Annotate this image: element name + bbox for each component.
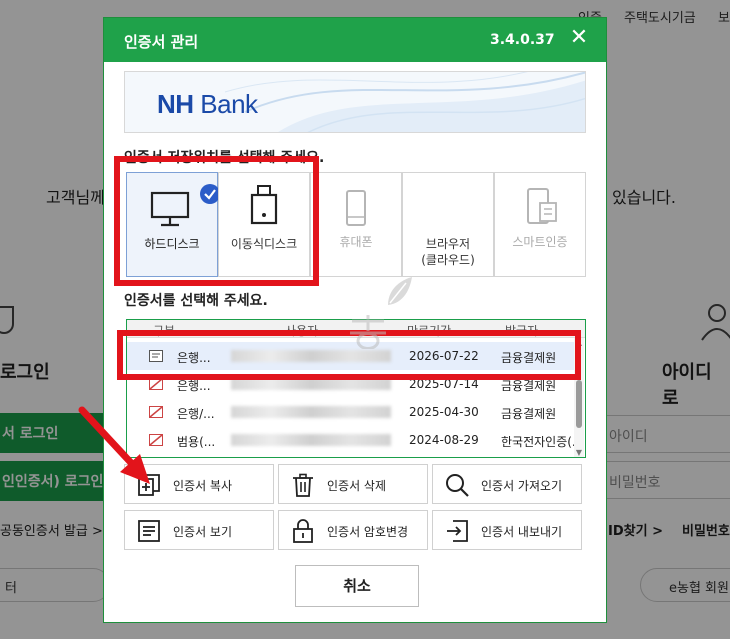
export-cert-button[interactable]: 인증서 내보내기 [432,510,582,550]
cert-select-label: 인증서를 선택해 주세요. [124,293,268,309]
scroll-thumb[interactable] [576,380,582,428]
copy-cert-label: 인증서 복사 [173,479,233,493]
cert-expiry: 2024-08-29 [409,433,479,447]
cert-type: 은행/... [177,407,215,421]
annotation-box-storage [114,156,319,286]
trash-icon [293,473,313,497]
storage-browser-label-line1: 브라우저 [425,237,471,251]
cert-user-blurred [231,434,391,446]
export-cert-label: 인증서 내보내기 [481,525,563,539]
cert-issuer: 금융결제원 [501,407,557,421]
nh-bank-logo: NH Bank [157,89,258,120]
storage-smartcert-tile[interactable]: 스마트인증 [494,172,586,277]
change-password-button[interactable]: 인증서 암호변경 [278,510,428,550]
logo-bank: Bank [200,89,258,119]
logo-nh: NH [157,89,194,119]
view-cert-label: 인증서 보기 [173,525,233,539]
cert-user-blurred [231,406,391,418]
cert-issuer: 한국전자인증(... [501,435,584,449]
import-cert-button[interactable]: 인증서 가져오기 [432,464,582,504]
storage-smartcert-label: 스마트인증 [512,235,568,249]
storage-phone-label: 휴대폰 [339,235,373,249]
storage-browser-label-line2: (클라우드) [421,253,475,267]
delete-cert-button[interactable]: 인증서 삭제 [278,464,428,504]
view-cert-button[interactable]: 인증서 보기 [124,510,274,550]
annotation-arrow [78,406,150,484]
close-icon[interactable]: ✕ [568,27,590,51]
cancel-button[interactable]: 취소 [295,565,419,607]
version-label: 3.4.0.37 [490,32,555,48]
table-row[interactable]: 은행/... 2025-04-30 금융결제원 [127,398,577,426]
document-icon [138,520,160,542]
storage-browser-tile[interactable]: 브라우저 (클라우드) [402,172,494,277]
delete-cert-label: 인증서 삭제 [327,479,387,493]
storage-phone-tile[interactable]: 휴대폰 [310,172,402,277]
export-icon [447,520,468,542]
phone-icon [346,190,366,226]
table-row[interactable]: 범용(... 2024-08-29 한국전자인증(... [127,426,583,454]
nh-bank-banner: NH Bank [124,71,586,133]
lock-icon [293,519,313,543]
scroll-down-icon[interactable]: ▼ [575,448,583,457]
search-icon [446,474,469,497]
smart-cert-icon [527,188,557,224]
cert-expiry: 2025-04-30 [409,405,479,419]
import-cert-label: 인증서 가져오기 [481,479,563,493]
dialog-title-bar: 인증서 관리 3.4.0.37 ✕ [104,18,606,62]
dialog-title: 인증서 관리 [124,33,199,51]
change-password-label: 인증서 암호변경 [327,525,409,539]
cert-type: 범용(... [177,435,216,449]
watermark-logo [350,277,412,349]
